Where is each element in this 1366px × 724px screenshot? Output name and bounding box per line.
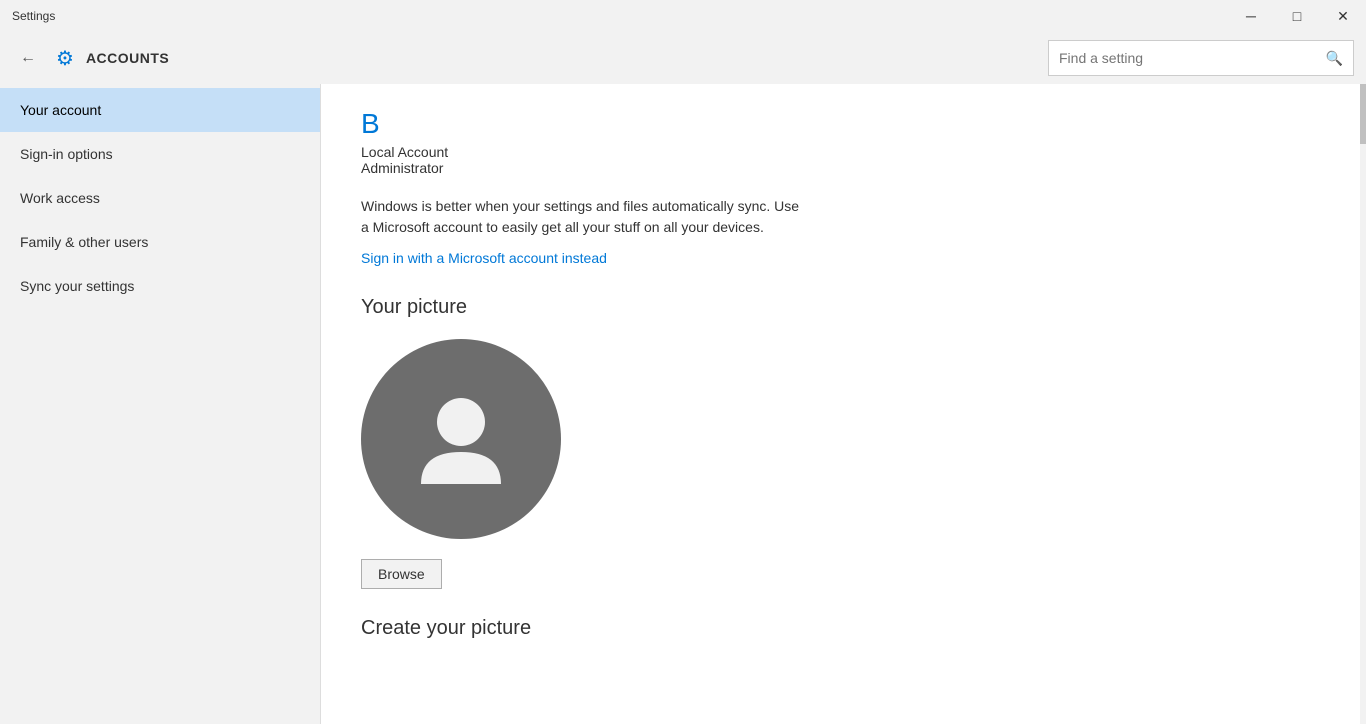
titlebar-app-name: Settings [12,9,55,23]
minimize-button[interactable]: ─ [1228,0,1274,32]
header: ← ⚙ ACCOUNTS 🔍 [0,32,1366,84]
back-button[interactable]: ← [12,42,44,74]
content-area: B Local Account Administrator Windows is… [321,84,1360,724]
titlebar-left: Settings [12,9,55,23]
titlebar-controls: ─ □ ✕ [1228,0,1366,32]
close-button[interactable]: ✕ [1320,0,1366,32]
sidebar: Your account Sign-in options Work access… [0,84,320,724]
sync-message: Windows is better when your settings and… [361,196,801,238]
create-picture-title: Create your picture [361,617,1320,640]
sidebar-item-your-account[interactable]: Your account [0,88,320,132]
your-picture-title: Your picture [361,296,1320,319]
search-icon: 🔍 [1326,50,1343,67]
titlebar: Settings ─ □ ✕ [0,0,1366,32]
sidebar-item-sign-in-options[interactable]: Sign-in options [0,132,320,176]
search-input[interactable] [1059,50,1326,66]
user-letter: B [361,108,1320,140]
app-title: ACCOUNTS [86,50,1036,66]
sidebar-item-work-access[interactable]: Work access [0,176,320,220]
maximize-button[interactable]: □ [1274,0,1320,32]
ms-account-link[interactable]: Sign in with a Microsoft account instead [361,250,607,266]
sidebar-item-family-other-users[interactable]: Family & other users [0,220,320,264]
browse-button[interactable]: Browse [361,559,442,589]
scrollbar[interactable] [1360,84,1366,724]
avatar [361,339,561,539]
main: Your account Sign-in options Work access… [0,84,1366,724]
search-box: 🔍 [1048,40,1354,76]
sidebar-item-sync-your-settings[interactable]: Sync your settings [0,264,320,308]
gear-icon: ⚙ [56,46,74,71]
scrollbar-thumb[interactable] [1360,84,1366,144]
user-type: Local Account [361,144,1320,160]
avatar-icon [411,384,511,494]
user-role: Administrator [361,160,1320,176]
